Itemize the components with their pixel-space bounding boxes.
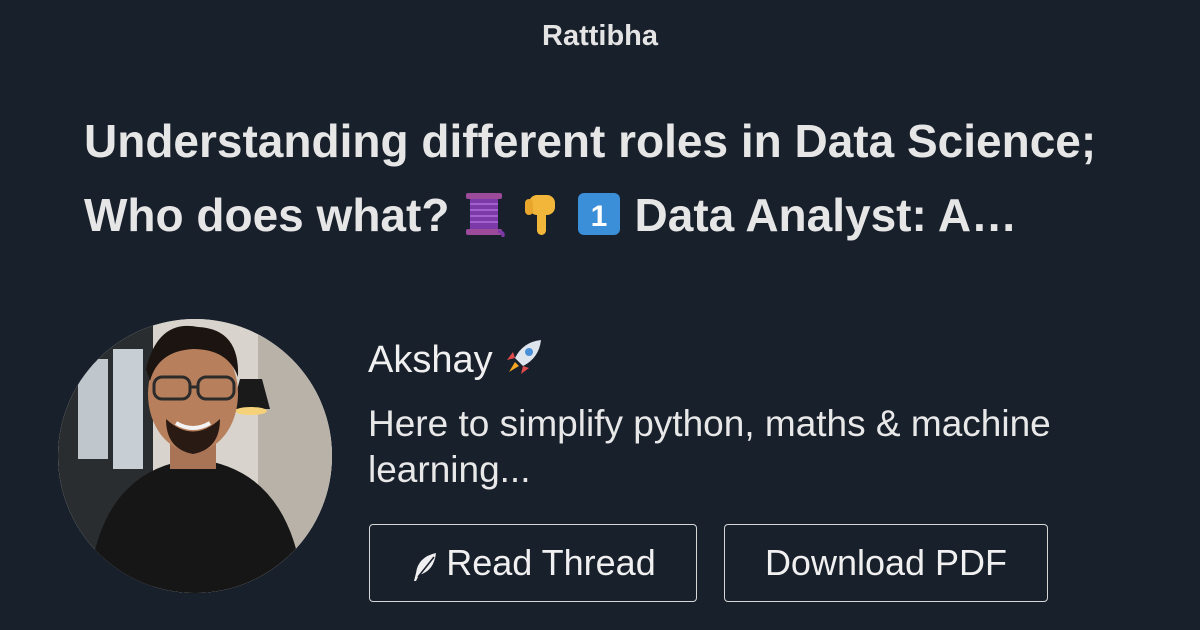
read-thread-button[interactable]: Read Thread xyxy=(369,524,697,602)
keycap-1-icon: 1 xyxy=(576,184,622,258)
download-pdf-button[interactable]: Download PDF xyxy=(724,524,1048,602)
thread-spool-icon xyxy=(462,184,506,258)
thread-title-line1: Understanding different roles in Data Sc… xyxy=(84,115,1097,167)
pointing-down-icon xyxy=(519,184,563,258)
svg-text:1: 1 xyxy=(590,200,607,233)
site-brand: Rattibha xyxy=(542,20,658,52)
read-thread-label: Read Thread xyxy=(446,542,656,583)
feather-icon xyxy=(410,550,440,582)
author-name: Akshay xyxy=(368,336,545,388)
author-bio: Here to simplify python, maths & machine… xyxy=(368,403,1051,490)
rocket-icon xyxy=(503,336,545,388)
author-avatar xyxy=(58,319,332,593)
thread-title-line2-tail: Data Analyst: A… xyxy=(634,189,1018,241)
author-name-text: Akshay xyxy=(368,339,493,381)
thread-title: Understanding different roles in Data Sc… xyxy=(84,104,1164,258)
thread-title-line2: Who does what? xyxy=(84,189,450,241)
